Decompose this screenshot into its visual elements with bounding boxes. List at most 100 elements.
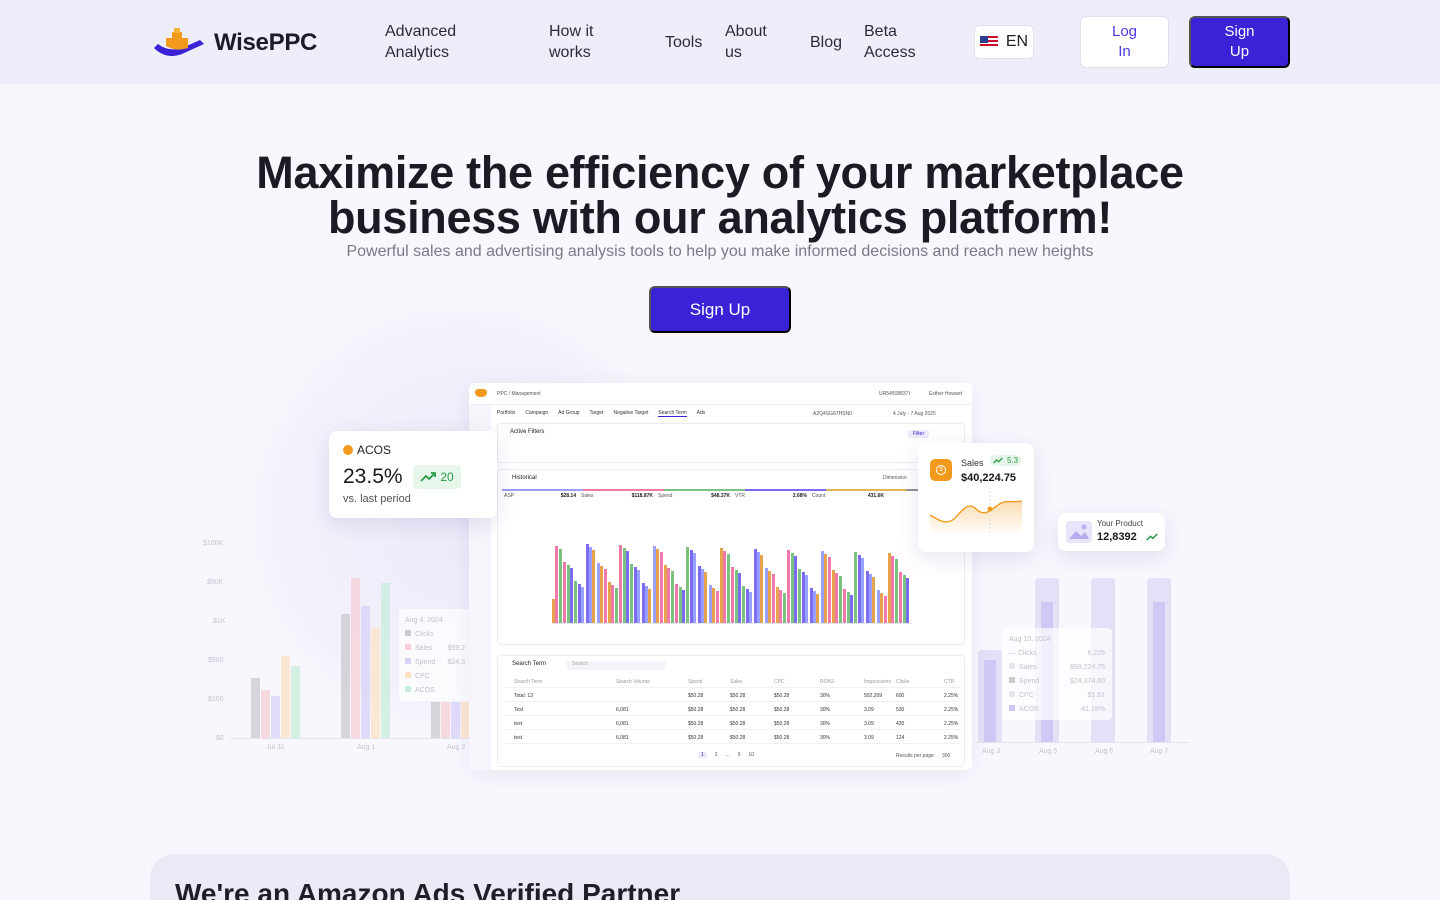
dashboard-chart-bar: [637, 570, 641, 623]
product-value: 12,8392: [1097, 531, 1137, 543]
dashboard-chart-bar: [838, 576, 842, 623]
table-cell: 430: [896, 721, 905, 727]
dashboard-chart-bar: [648, 589, 652, 623]
us-flag-icon: [979, 36, 998, 48]
historical-title: Historical: [512, 475, 537, 481]
table-cell: 2.25%: [944, 707, 959, 713]
dashboard-chart-bar: [614, 588, 618, 623]
left-bar: [441, 702, 450, 738]
dashboard-chart-bar: [850, 595, 853, 623]
dashboard-chart-bar: [682, 590, 685, 623]
left-bar: [291, 666, 300, 738]
right-tooltip-date: Aug 13, 2024: [1009, 636, 1051, 643]
dashboard-tab[interactable]: Search Term: [658, 410, 687, 417]
sales-card: $ Sales 5.3 $40,224.75: [918, 443, 1034, 552]
left-xtick: Aug 1: [357, 744, 376, 751]
table-cell: 3.09: [864, 721, 874, 727]
right-xtick: Aug 5: [1039, 748, 1058, 755]
table-row[interactable]: test 6,081 $50.28 $50.28 $50.28 30% 3.09 124 2.2…: [504, 732, 960, 744]
language-selector[interactable]: EN: [974, 25, 1034, 59]
nav-about-us[interactable]: About us: [725, 21, 785, 63]
acos-caption: vs. last period: [343, 493, 411, 505]
table-header-cell: Clicks: [896, 679, 910, 685]
brand-logo[interactable]: WisePPC: [152, 26, 317, 60]
table-header-cell: Spend: [688, 679, 703, 685]
left-xtick: Jul 31: [266, 744, 285, 751]
table-cell: $50.28: [688, 721, 704, 727]
dashboard-tab[interactable]: Portfolio: [497, 410, 515, 417]
per-page-label: Results per page: [896, 753, 934, 759]
hero-signup-button[interactable]: Sign Up: [649, 286, 791, 333]
dashboard-chart-bar: [670, 571, 674, 623]
dashboard-chart-bar: [794, 556, 797, 623]
dashboard-tab[interactable]: Campaign: [525, 410, 548, 417]
left-bar: [341, 614, 350, 738]
dashboard-chart-bar: [715, 591, 719, 623]
metric-color-strip: [502, 489, 952, 491]
table-header-cell: ROAS: [820, 679, 835, 685]
search-term-input[interactable]: Search: [566, 661, 666, 670]
dashboard-chart-bar: [738, 573, 741, 623]
metric-cell[interactable]: VTR 2.68%: [735, 493, 807, 499]
dimension-label: Dimension: [883, 475, 907, 481]
product-label: Your Product: [1097, 519, 1143, 528]
nav-how-it-works[interactable]: How it works: [549, 21, 629, 63]
product-image-icon: [1066, 521, 1092, 543]
dashboard-chart-bar: [782, 593, 786, 623]
acos-value: 23.5%: [343, 465, 403, 488]
metric-cell[interactable]: ASP $28.14: [504, 493, 576, 499]
dashboard-tab[interactable]: Target: [590, 410, 604, 417]
page-button[interactable]: 10: [749, 752, 755, 758]
dashboard-breadcrumb: PPC / Management: [497, 390, 541, 397]
table-row[interactable]: test 6,081 $50.28 $50.28 $50.28 30% 3.09 430 2.2…: [504, 718, 960, 730]
dashboard-chart-bar: [659, 552, 663, 623]
acos-trend-badge: 20: [413, 465, 461, 489]
table-header-cell: CPC: [774, 679, 785, 685]
dashboard-tab[interactable]: Ads: [697, 410, 706, 417]
login-button[interactable]: Log In: [1080, 16, 1169, 68]
dashboard-chart-bar: [603, 569, 607, 623]
active-filters-panel: Active Filters Filter: [497, 423, 965, 463]
page-button[interactable]: 1: [698, 752, 707, 758]
left-tooltip-date: Aug 4, 2024: [405, 617, 443, 624]
dashboard-chart-bar: [570, 568, 573, 623]
dashboard-chart-bar: [816, 594, 820, 623]
signup-button-header[interactable]: Sign Up: [1189, 16, 1290, 68]
nav-tools[interactable]: Tools: [665, 32, 702, 53]
nav-beta-access[interactable]: Beta Access: [864, 21, 934, 63]
sales-label: Sales: [961, 458, 984, 468]
page-ellipsis: ...: [725, 752, 730, 758]
dashboard-chart-bar: [558, 549, 562, 623]
active-filters-title: Active Filters: [510, 429, 545, 435]
metric-cell[interactable]: Spend $48.37K: [658, 493, 730, 499]
left-bar: [381, 583, 390, 738]
nav-advanced-analytics[interactable]: Advanced Analytics: [385, 21, 495, 63]
filter-button[interactable]: Filter: [908, 430, 930, 438]
metric-cell[interactable]: Sales $118.87K: [581, 493, 653, 499]
dashboard-user: Esther Howard: [929, 391, 963, 397]
search-term-title: Search Term: [512, 661, 546, 667]
page-button[interactable]: 9: [738, 752, 741, 758]
dashboard-tab[interactable]: Ad Group: [558, 410, 579, 417]
left-ytick: $100K: [203, 540, 224, 547]
page-button[interactable]: 2: [715, 752, 718, 758]
dashboard-chart-bar: [883, 596, 887, 623]
dashboard-chart-bar: [592, 550, 596, 623]
table-cell: test: [514, 721, 523, 727]
table-row[interactable]: Total: 13 $50.28 $50.28 $50.28 30% 502,209 600…: [504, 690, 960, 702]
table-cell: 502,209: [864, 693, 883, 699]
metric-cell[interactable]: Count 431.6K: [812, 493, 884, 499]
right-axis-line: [975, 742, 1190, 743]
table-cell: 30%: [820, 735, 831, 741]
per-page-select[interactable]: 300: [942, 753, 950, 759]
table-cell: 6,081: [616, 707, 629, 713]
table-row[interactable]: Test 6,081 $50.28 $50.28 $50.28 30% 3.09 530 2.2…: [504, 704, 960, 716]
nav-blog[interactable]: Blog: [810, 32, 842, 53]
table-cell: $50.28: [774, 707, 790, 713]
dashboard-chart-bar: [771, 574, 775, 623]
dashboard-tab[interactable]: Negative Target: [613, 410, 648, 417]
left-bar: [361, 606, 370, 738]
table-header-cell: Sales: [730, 679, 743, 685]
trend-up-icon: [420, 472, 437, 482]
right-xtick: Aug 6: [1095, 748, 1114, 755]
